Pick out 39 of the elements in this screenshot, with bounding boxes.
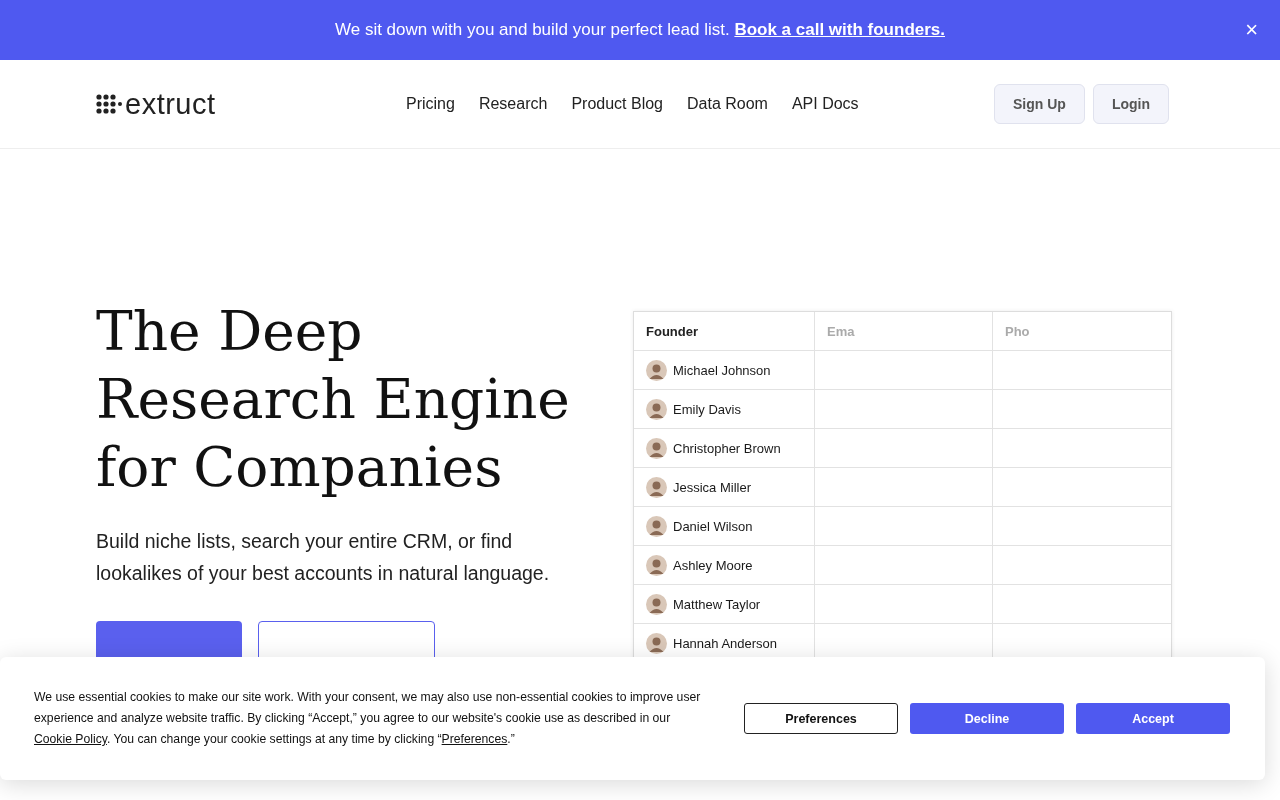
hero-subtitle: Build niche lists, search your entire CRM, or find lookalikes of your best accounts in natural language. <box>96 529 551 586</box>
avatar-icon <box>646 476 667 498</box>
announcement-text: We sit down with you and build your perfect lead list. Book a call with founders. <box>334 20 945 40</box>
policy-link[interactable]: Preferences <box>441 732 508 746</box>
avatar-icon <box>646 593 667 615</box>
avatar-icon <box>646 359 667 381</box>
avatar-icon <box>646 437 667 459</box>
cookie-button[interactable]: Preferences <box>744 703 898 734</box>
founder-name: Hannah Anderson <box>673 635 778 651</box>
nav-link[interactable]: API Docs <box>791 95 859 113</box>
avatar-icon <box>646 515 667 537</box>
cookie-button[interactable]: Decline <box>910 703 1064 734</box>
nav-link[interactable]: Product Blog <box>571 95 663 113</box>
founder-name: Emily Davis <box>673 401 741 417</box>
dots-logo-icon <box>96 94 122 114</box>
auth-button[interactable]: Login <box>1092 84 1169 124</box>
founder-name: Matthew Taylor <box>673 596 761 612</box>
book-call-link[interactable]: Book a call with founders. <box>734 20 945 39</box>
hero-heading: The Deep Research Engine for Companies <box>96 298 571 501</box>
founder-name: Michael Johnson <box>673 362 771 378</box>
avatar-icon <box>646 398 667 420</box>
column-header: Founder <box>645 322 699 341</box>
policy-link[interactable]: Cookie Policy <box>34 732 107 746</box>
nav-link[interactable]: Research <box>478 95 548 113</box>
column-header: Ema <box>814 312 992 350</box>
nav-link[interactable]: Pricing <box>406 95 455 113</box>
founder-name: Jessica Miller <box>673 479 751 495</box>
founder-name: Ashley Moore <box>673 557 753 573</box>
cookie-notice-text: We use essential cookies to make our site work. With your consent, we may also use non-essential cookies to improve user experience and analyze website traffic. By clicking “Accept,” you agree to our website's cookie use as described in our Cookie Policy. You can change your cookie settings at any time by clicking “Preferences.” <box>34 689 702 748</box>
auth-button[interactable]: Sign Up <box>994 84 1085 124</box>
cookie-button[interactable]: Accept <box>1076 703 1230 734</box>
avatar-icon <box>646 554 667 576</box>
avatar-icon <box>646 632 667 654</box>
nav-link[interactable]: Data Room <box>687 95 768 113</box>
close-button[interactable]: × <box>1241 18 1262 42</box>
founder-name: Daniel Wilson <box>673 518 753 534</box>
column-header: Pho <box>992 312 1171 350</box>
logo-wordmark[interactable]: extruct <box>125 87 216 121</box>
founder-name: Christopher Brown <box>673 440 781 456</box>
